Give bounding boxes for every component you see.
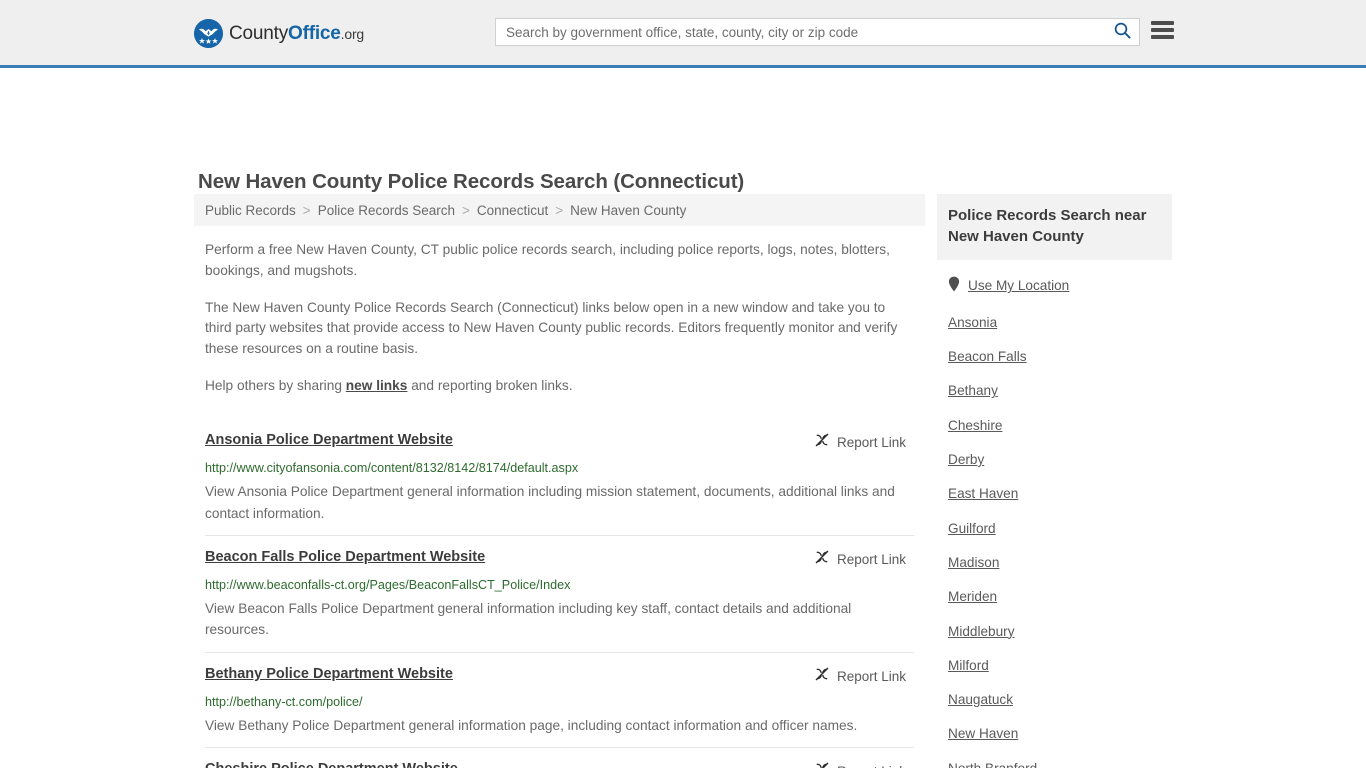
- result-header: Beacon Falls Police Department Website R…: [205, 549, 914, 570]
- broken-link-icon: [814, 432, 830, 453]
- sidebar-item-new-haven[interactable]: New Haven: [948, 717, 1161, 751]
- breadcrumb: Public Records > Police Records Search >…: [194, 194, 925, 226]
- sidebar-item-cheshire[interactable]: Cheshire: [948, 409, 1161, 443]
- result-title-link[interactable]: Bethany Police Department Website: [205, 666, 453, 683]
- report-link-label: Report Link: [836, 551, 906, 567]
- sidebar-link[interactable]: Meriden: [948, 589, 997, 604]
- sidebar-link[interactable]: Ansonia: [948, 315, 997, 330]
- report-link-label: Report Link: [837, 764, 906, 768]
- logo-text: CountyOffice.org: [229, 24, 364, 43]
- search-button[interactable]: [1105, 19, 1139, 45]
- result-title-link[interactable]: Beacon Falls Police Department Website: [205, 549, 485, 566]
- sidebar-item-north-branford[interactable]: North Branford: [948, 752, 1161, 768]
- sidebar-item-use-my-location[interactable]: Use My Location: [948, 260, 1161, 305]
- sidebar-link[interactable]: Guilford: [948, 521, 996, 536]
- result-item: Ansonia Police Department Website Report…: [205, 419, 914, 535]
- report-link-button[interactable]: Report Link: [814, 432, 906, 453]
- result-title-link[interactable]: Ansonia Police Department Website: [205, 432, 453, 449]
- sidebar: Police Records Search near New Haven Cou…: [937, 194, 1172, 768]
- sidebar-item-middlebury[interactable]: Middlebury: [948, 615, 1161, 649]
- report-link-button[interactable]: Report Link: [814, 549, 906, 570]
- search-icon: [1114, 22, 1131, 42]
- report-link-button[interactable]: Report Link: [814, 761, 906, 768]
- sidebar-link[interactable]: Bethany: [948, 383, 998, 398]
- breadcrumb-item-new-haven-county[interactable]: New Haven County: [570, 203, 686, 218]
- search-input[interactable]: [496, 19, 1105, 45]
- sidebar-item-bethany[interactable]: Bethany: [948, 374, 1161, 408]
- sidebar-heading: Police Records Search near New Haven Cou…: [937, 194, 1172, 261]
- search-box: [495, 18, 1140, 46]
- result-item: Cheshire Police Department Website Repor…: [205, 747, 914, 768]
- use-my-location-link[interactable]: Use My Location: [968, 278, 1069, 294]
- sidebar-item-naugatuck[interactable]: Naugatuck: [948, 683, 1161, 717]
- sidebar-item-guilford[interactable]: Guilford: [948, 512, 1161, 546]
- intro-text-before-link: Help others by sharing: [205, 378, 346, 394]
- logo-text-county: County: [229, 23, 289, 44]
- sidebar-link[interactable]: North Branford: [948, 761, 1037, 768]
- site-logo[interactable]: CountyOffice.org: [194, 19, 364, 48]
- result-item: Bethany Police Department Website Report…: [205, 651, 914, 748]
- result-url[interactable]: http://www.cityofansonia.com/content/813…: [205, 460, 914, 476]
- result-item: Beacon Falls Police Department Website R…: [205, 534, 914, 652]
- sidebar-item-madison[interactable]: Madison: [948, 546, 1161, 580]
- sidebar-link[interactable]: Middlebury: [948, 624, 1015, 639]
- hamburger-bar: [1151, 28, 1174, 32]
- result-header: Bethany Police Department Website Report…: [205, 666, 914, 687]
- result-url[interactable]: http://bethany-ct.com/police/: [205, 694, 914, 710]
- intro-paragraph-2: The New Haven County Police Records Sear…: [205, 299, 898, 357]
- sidebar-link[interactable]: East Haven: [948, 486, 1018, 501]
- intro-text-after-link: and reporting broken links.: [407, 378, 573, 394]
- hamburger-menu-icon[interactable]: [1151, 21, 1174, 39]
- page-title: New Haven County Police Records Search (…: [198, 169, 745, 193]
- result-header: Ansonia Police Department Website Report…: [205, 432, 914, 453]
- broken-link-icon: [814, 761, 830, 768]
- breadcrumb-separator: >: [302, 202, 311, 218]
- site-header: CountyOffice.org: [0, 0, 1366, 68]
- result-title-link[interactable]: Cheshire Police Department Website: [205, 761, 458, 768]
- sidebar-item-milford[interactable]: Milford: [948, 649, 1161, 683]
- intro-paragraph-1: Perform a free New Haven County, CT publ…: [205, 242, 890, 278]
- sidebar-link[interactable]: Madison: [948, 555, 999, 570]
- sidebar-link[interactable]: Milford: [948, 658, 989, 673]
- report-link-label: Report Link: [836, 434, 906, 450]
- sidebar-link[interactable]: Beacon Falls: [948, 349, 1027, 364]
- sidebar-nearby-list: Use My Location Ansonia Beacon Falls Bet…: [937, 260, 1172, 768]
- logo-text-office: Office: [288, 23, 341, 44]
- map-pin-icon: [948, 276, 960, 296]
- hamburger-bar: [1151, 35, 1174, 39]
- main-content: Public Records > Police Records Search >…: [194, 194, 925, 768]
- intro-section: Perform a free New Haven County, CT publ…: [194, 240, 925, 397]
- report-link-label: Report Link: [836, 668, 906, 684]
- result-description: View Bethany Police Department general i…: [205, 717, 858, 733]
- sidebar-link[interactable]: Cheshire: [948, 418, 1002, 433]
- result-description: View Ansonia Police Department general i…: [205, 484, 895, 521]
- sidebar-item-meriden[interactable]: Meriden: [948, 580, 1161, 614]
- breadcrumb-separator: >: [462, 202, 470, 218]
- result-header: Cheshire Police Department Website Repor…: [205, 761, 914, 768]
- hamburger-bar: [1151, 21, 1174, 25]
- breadcrumb-separator: >: [555, 202, 564, 218]
- broken-link-icon: [814, 549, 830, 570]
- result-description: View Beacon Falls Police Department gene…: [205, 601, 852, 638]
- breadcrumb-item-public-records[interactable]: Public Records: [205, 203, 296, 218]
- sidebar-item-beacon-falls[interactable]: Beacon Falls: [948, 340, 1161, 374]
- breadcrumb-item-connecticut[interactable]: Connecticut: [477, 203, 548, 218]
- sidebar-link[interactable]: New Haven: [948, 726, 1018, 741]
- broken-link-icon: [814, 666, 830, 687]
- breadcrumb-item-police-records-search[interactable]: Police Records Search: [318, 203, 455, 218]
- sidebar-item-ansonia[interactable]: Ansonia: [948, 306, 1161, 340]
- sidebar-link[interactable]: Derby: [948, 452, 984, 467]
- eagle-seal-logo-icon: [194, 19, 223, 48]
- report-link-button[interactable]: Report Link: [814, 666, 906, 687]
- results-list: Ansonia Police Department Website Report…: [194, 419, 925, 768]
- result-url[interactable]: http://www.beaconfalls-ct.org/Pages/Beac…: [205, 577, 914, 593]
- intro-paragraph-3: Help others by sharing new links and rep…: [205, 376, 914, 397]
- sidebar-link[interactable]: Naugatuck: [948, 692, 1013, 707]
- logo-text-org: .org: [340, 26, 365, 42]
- sidebar-item-derby[interactable]: Derby: [948, 443, 1161, 477]
- new-links-link[interactable]: new links: [346, 378, 408, 393]
- sidebar-item-east-haven[interactable]: East Haven: [948, 477, 1161, 511]
